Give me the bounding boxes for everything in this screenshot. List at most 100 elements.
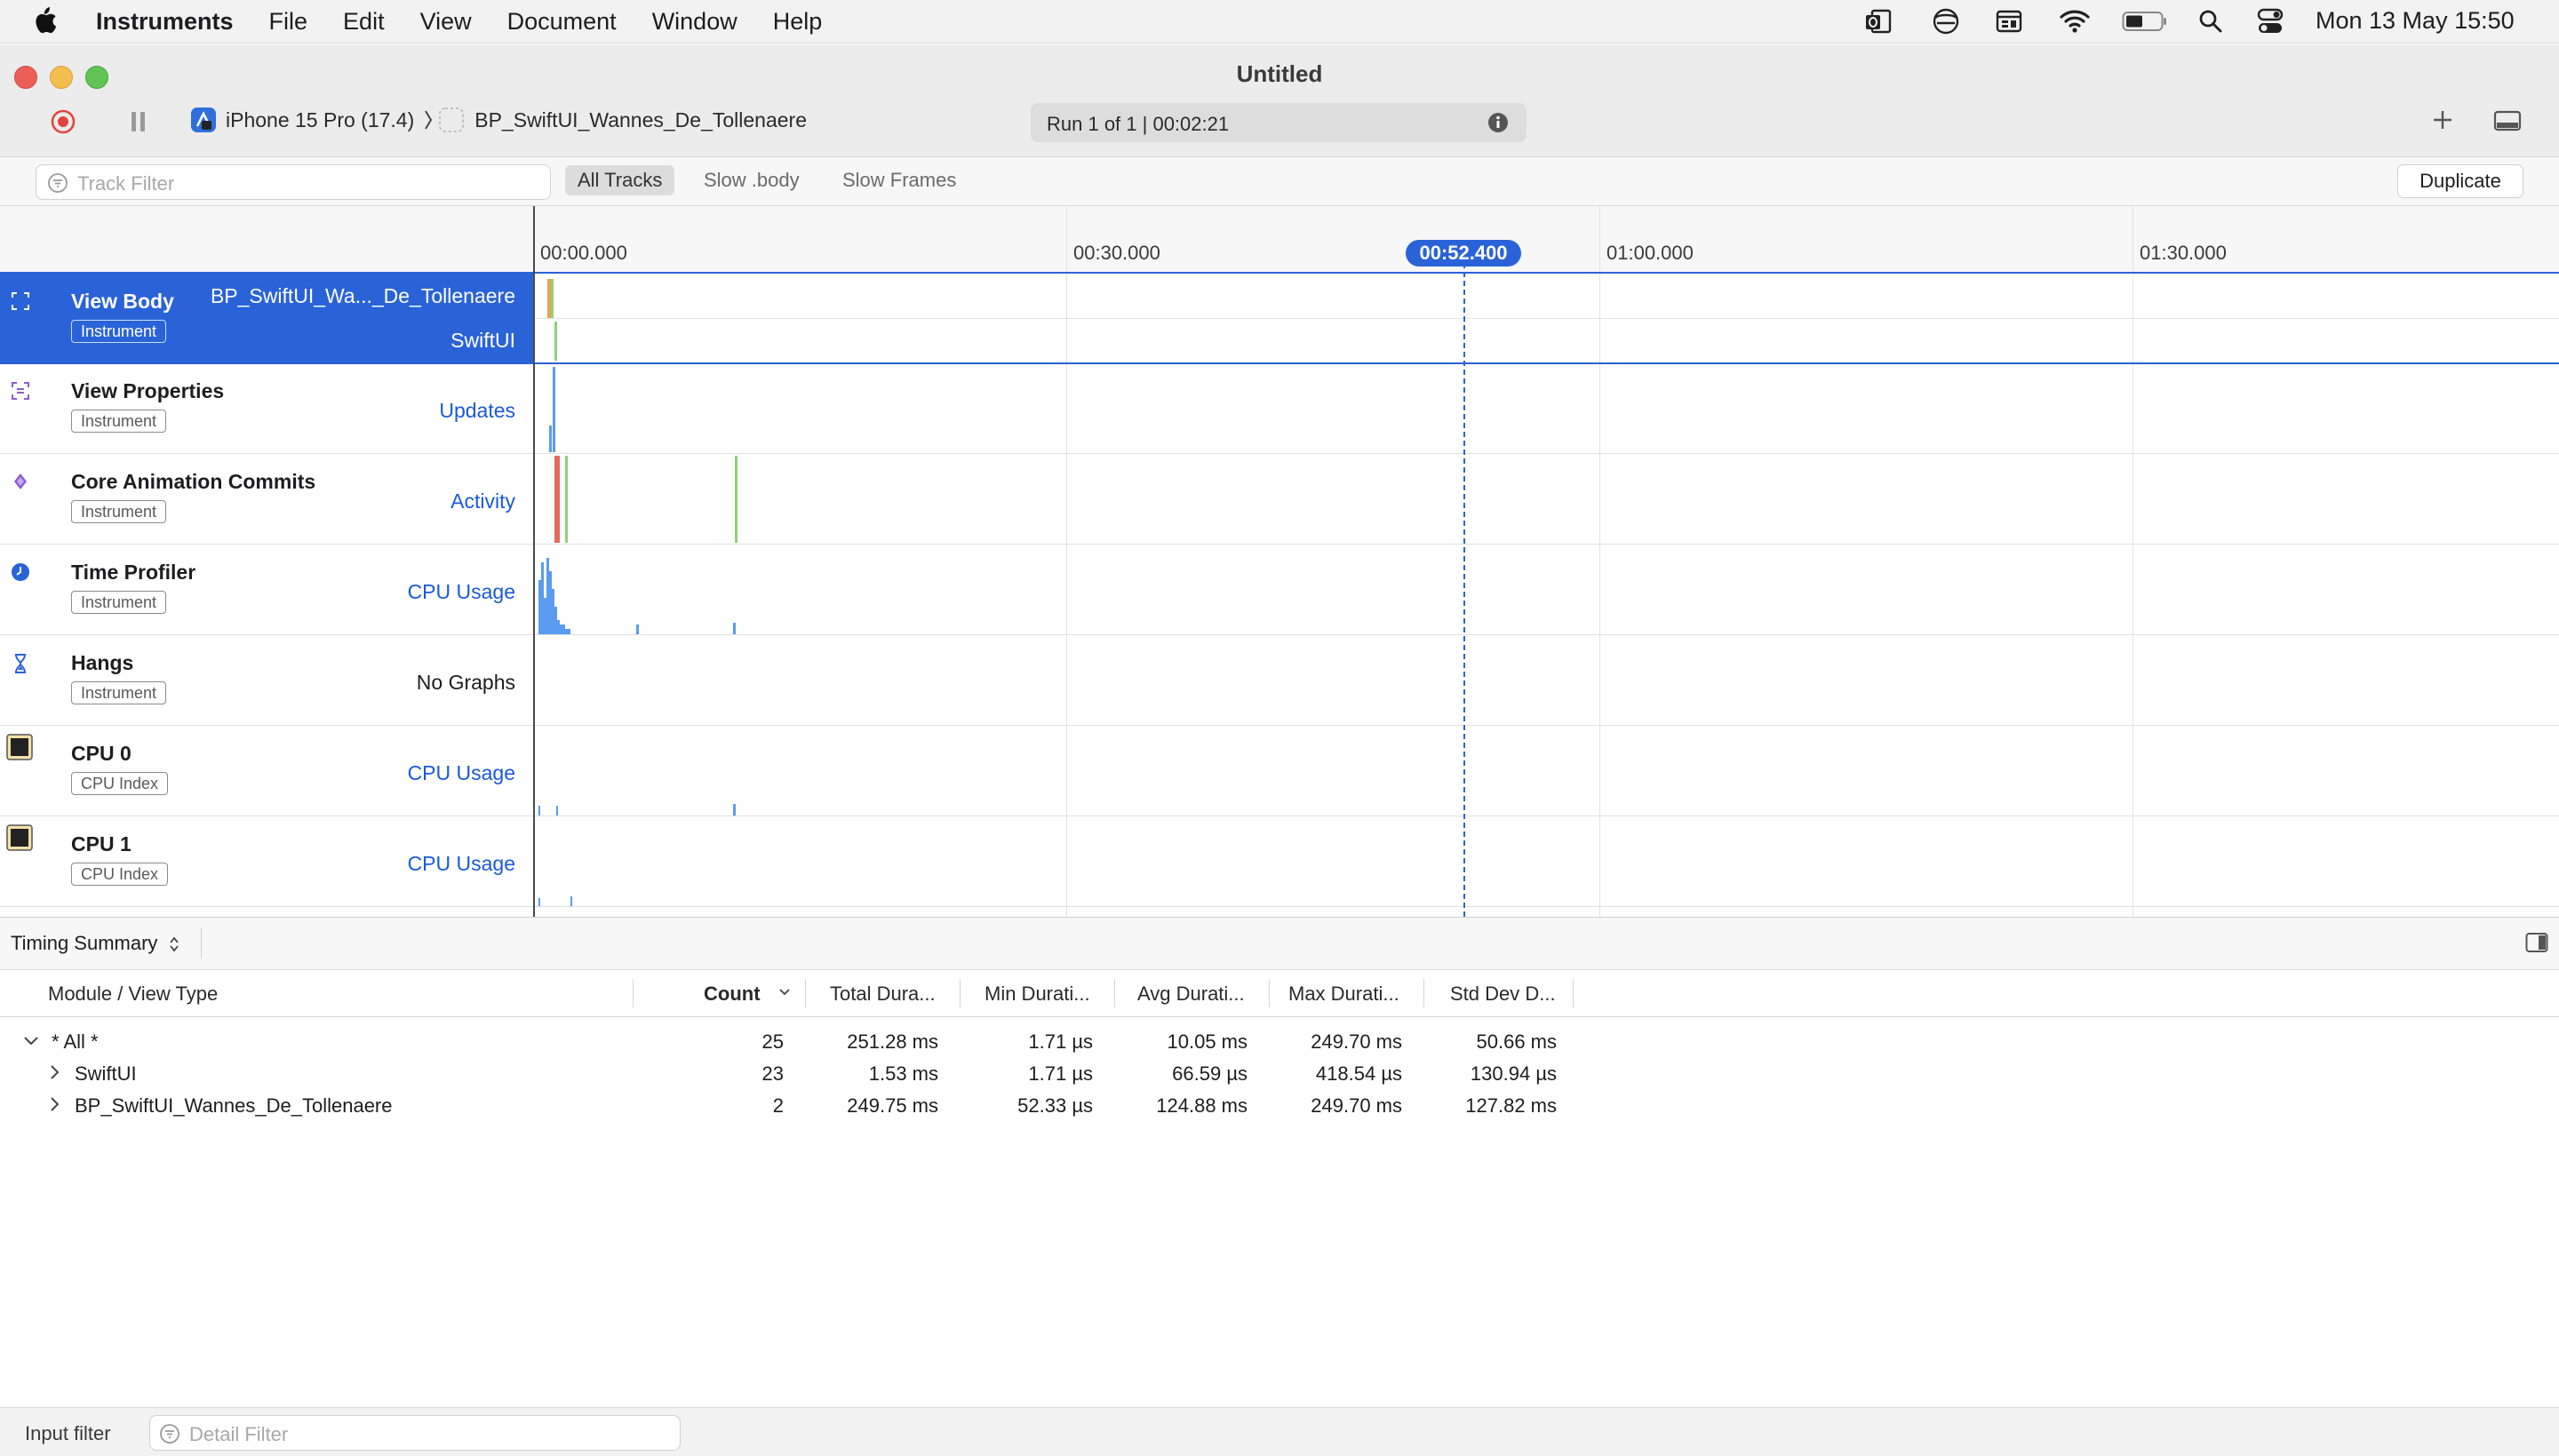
row-name: BP_SwiftUI_Wannes_De_Tollenaere <box>75 1094 393 1117</box>
run-status[interactable]: Run 1 of 1 | 00:02:21 <box>1031 103 1527 142</box>
table-header: Module / View Type Count Total Dura... M… <box>0 970 2559 1017</box>
event-mark[interactable] <box>554 456 560 543</box>
menu-edit[interactable]: Edit <box>343 8 385 36</box>
search-icon[interactable] <box>2198 9 2223 34</box>
disclosure-expanded-icon[interactable] <box>23 1036 39 1046</box>
event-mark[interactable] <box>733 623 736 634</box>
inspector-toggle-icon[interactable] <box>2525 932 2548 953</box>
duplicate-button[interactable]: Duplicate <box>2397 164 2523 198</box>
column-header-module[interactable]: Module / View Type <box>48 983 218 1006</box>
event-mark[interactable] <box>538 806 540 816</box>
pause-button[interactable] <box>128 110 149 133</box>
track-graph-label[interactable]: CPU Usage <box>408 580 515 604</box>
disclosure-collapsed-icon[interactable] <box>50 1064 60 1080</box>
cpu-usage-graph[interactable] <box>538 545 592 634</box>
track-view-body[interactable]: View Body Instrument BP_SwiftUI_Wa..._De… <box>0 274 2559 363</box>
ruler-tick-label: 01:00.000 <box>1606 242 1694 264</box>
column-header-min-duration[interactable]: Min Durati... <box>985 983 1090 1006</box>
row-min: 52.33 µs <box>1017 1094 1093 1117</box>
timeline-ruler[interactable]: 00:00.000 00:30.000 01:00.000 01:30.000 … <box>0 206 2559 274</box>
scope-slow-body[interactable]: Slow .body <box>691 165 812 195</box>
track-lane[interactable] <box>535 816 2559 906</box>
menu-window[interactable]: Window <box>652 8 737 36</box>
copilot-icon[interactable] <box>1930 5 1962 37</box>
column-separator[interactable] <box>805 979 806 1007</box>
event-mark[interactable] <box>553 367 555 452</box>
detail-view-selector[interactable]: Timing Summary <box>11 932 179 955</box>
event-mark[interactable] <box>538 898 540 906</box>
track-lane[interactable] <box>535 726 2559 816</box>
track-lane[interactable] <box>535 454 2559 544</box>
column-separator[interactable] <box>1423 979 1424 1007</box>
track-graph-label[interactable]: BP_SwiftUI_Wa..._De_Tollenaere <box>211 284 515 308</box>
outlook-icon[interactable] <box>1864 7 1893 36</box>
toggle-detail-panel-button[interactable] <box>2493 110 2522 131</box>
menu-help[interactable]: Help <box>773 8 823 36</box>
disclosure-collapsed-icon[interactable] <box>50 1096 60 1112</box>
menu-bar: Instruments File Edit View Document Wind… <box>0 0 2559 44</box>
sort-descending-icon[interactable] <box>778 988 791 997</box>
control-center-icon[interactable] <box>2257 7 2284 36</box>
playhead-line[interactable] <box>1463 263 1465 917</box>
table-row[interactable]: * All * 25 251.28 ms 1.71 µs 10.05 ms 24… <box>0 1025 2559 1057</box>
track-graph-label[interactable]: Activity <box>450 489 515 513</box>
menu-view[interactable]: View <box>420 8 472 36</box>
track-lane[interactable] <box>535 635 2559 725</box>
info-icon[interactable] <box>1487 112 1509 133</box>
column-separator[interactable] <box>1573 979 1574 1007</box>
column-separator[interactable] <box>1269 979 1270 1007</box>
input-filter-label[interactable]: Input filter <box>25 1422 111 1445</box>
track-core-animation-commits[interactable]: Core Animation Commits Instrument Activi… <box>0 454 2559 545</box>
detail-filter-input[interactable]: Detail Filter <box>149 1415 681 1451</box>
track-lane[interactable] <box>535 545 2559 634</box>
track-time-profiler[interactable]: Time Profiler Instrument CPU Usage <box>0 545 2559 635</box>
updown-chevron-icon <box>169 935 179 953</box>
column-separator[interactable] <box>633 979 634 1007</box>
column-header-max-duration[interactable]: Max Durati... <box>1288 983 1399 1006</box>
wifi-icon[interactable] <box>2060 9 2090 34</box>
add-instrument-button[interactable] <box>2431 108 2454 131</box>
track-cpu-1[interactable]: CPU 1 CPU Index CPU Usage <box>0 816 2559 907</box>
event-mark[interactable] <box>733 804 736 816</box>
column-header-avg-duration[interactable]: Avg Durati... <box>1137 983 1245 1006</box>
event-mark[interactable] <box>570 896 572 906</box>
column-separator[interactable] <box>960 979 961 1007</box>
target-selector[interactable]: iPhone 15 Pro (17.4) BP_SwiftUI_Wannes_D… <box>190 107 807 133</box>
record-button[interactable] <box>50 108 76 135</box>
menu-app-name[interactable]: Instruments <box>96 8 234 36</box>
track-header-divider[interactable] <box>533 206 535 917</box>
column-header-count[interactable]: Count <box>704 983 761 1006</box>
column-header-total-duration[interactable]: Total Dura... <box>830 983 936 1006</box>
menu-clock[interactable]: Mon 13 May 15:50 <box>2316 7 2515 35</box>
scope-all-tracks[interactable]: All Tracks <box>565 165 675 195</box>
event-mark[interactable] <box>636 625 639 634</box>
track-graph-label[interactable]: CPU Usage <box>408 852 515 876</box>
screen-icon[interactable] <box>1996 9 2022 34</box>
event-mark[interactable] <box>556 806 558 816</box>
track-view-properties[interactable]: View Properties Instrument Updates <box>0 363 2559 454</box>
track-graph-label[interactable]: Updates <box>439 399 515 423</box>
detail-filter-placeholder: Detail Filter <box>189 1423 289 1445</box>
apple-icon[interactable] <box>32 5 57 36</box>
track-graph-label[interactable]: CPU Usage <box>408 761 515 785</box>
table-row[interactable]: SwiftUI 23 1.53 ms 1.71 µs 66.59 µs 418.… <box>0 1057 2559 1089</box>
event-mark[interactable] <box>565 456 568 543</box>
menu-document[interactable]: Document <box>507 8 617 36</box>
track-filter-input[interactable]: Track Filter <box>36 164 551 200</box>
menu-file[interactable]: File <box>269 8 308 36</box>
event-mark[interactable] <box>735 456 737 543</box>
track-lane[interactable] <box>535 363 2559 453</box>
column-separator[interactable] <box>1114 979 1115 1007</box>
track-lane[interactable] <box>535 274 2559 362</box>
track-hangs[interactable]: Hangs Instrument No Graphs <box>0 635 2559 726</box>
event-mark[interactable] <box>549 426 552 452</box>
event-mark[interactable] <box>554 322 557 361</box>
event-mark[interactable] <box>551 279 554 318</box>
row-min: 1.71 µs <box>1028 1030 1093 1053</box>
battery-icon[interactable] <box>2122 11 2168 32</box>
track-graph-label[interactable]: SwiftUI <box>450 329 515 353</box>
column-header-std-dev[interactable]: Std Dev D... <box>1450 983 1556 1006</box>
table-row[interactable]: BP_SwiftUI_Wannes_De_Tollenaere 2 249.75… <box>0 1089 2559 1121</box>
track-cpu-0[interactable]: CPU 0 CPU Index CPU Usage <box>0 726 2559 816</box>
scope-slow-frames[interactable]: Slow Frames <box>830 165 969 195</box>
